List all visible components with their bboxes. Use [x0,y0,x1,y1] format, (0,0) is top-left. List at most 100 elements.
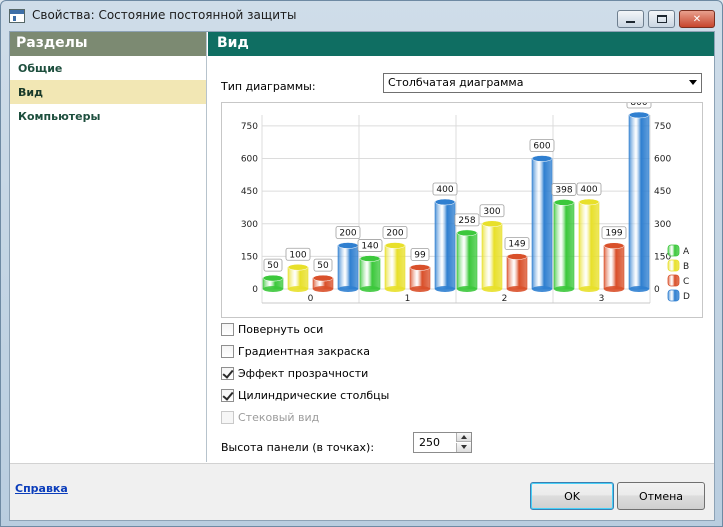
chevron-down-icon [689,80,697,85]
y-tick-label-right: 450 [654,187,671,197]
bar-base [482,286,502,292]
option-cylindrical-bars[interactable]: Цилиндрические столбцы [221,387,389,403]
bar-top [409,264,431,271]
bar-top [553,199,575,206]
bar-base [457,286,477,292]
legend-label: B [683,262,689,272]
bar-base [604,286,624,292]
spin-down-icon[interactable] [456,443,471,452]
option-label: Градиентная закраска [238,344,370,358]
window-icon [9,9,25,23]
option-label: Повернуть оси [238,322,324,336]
legend-label: C [683,277,689,287]
bar-base [532,286,552,292]
panel-height-label: Высота панели (в точках): [221,441,375,454]
bar-base [629,286,649,292]
sidebar-item-general[interactable]: Общие [10,56,206,80]
checkbox[interactable] [221,344,234,358]
y-tick-label-right: 0 [654,285,660,295]
bar-base [554,286,574,292]
chart-type-label: Тип диаграммы: [221,80,316,93]
x-tick-label: 1 [405,294,411,304]
bar-top [531,155,553,162]
bar-base [338,286,358,292]
option-transparency-effect[interactable]: Эффект прозрачности [221,365,368,381]
bar [481,223,503,290]
bar-base [313,286,333,292]
bar [287,266,309,290]
y-tick-label-left: 300 [241,220,258,230]
data-label: 50 [317,261,329,271]
bar-base [410,286,430,292]
bar [337,245,359,290]
bar-base [263,286,283,292]
legend-swatch [667,289,680,302]
bar-top [456,229,478,237]
view-panel: Вид Тип диаграммы: Столбчатая диаграмма … [208,32,714,462]
panel-height-stepper[interactable]: 250 [413,432,472,453]
bar [553,202,575,290]
maximize-button[interactable] [648,10,675,28]
data-label: 600 [533,142,550,152]
data-label: 99 [414,250,426,260]
data-label: 400 [580,185,597,195]
y-tick-label-left: 750 [241,122,258,132]
legend-label: D [683,292,690,302]
bar-base [288,286,308,292]
bar-top [359,255,381,262]
spin-up-icon[interactable] [456,433,471,442]
bar-top [603,242,625,249]
option-rotate-axes[interactable]: Повернуть оси [221,321,323,337]
option-label: Эффект прозрачности [238,366,369,380]
sidebar-item-computers[interactable]: Компьютеры [10,104,206,128]
ok-button[interactable]: OK [530,482,614,510]
title-bar[interactable]: Свойства: Состояние постоянной защиты ✕ [1,1,722,31]
properties-window: Свойства: Состояние постоянной защиты ✕ … [0,0,723,527]
data-label: 50 [267,261,279,271]
checkbox[interactable] [221,322,234,336]
bar-base [435,286,455,292]
bar [434,201,456,290]
minimize-button[interactable] [617,10,644,28]
bar-base [360,286,380,292]
bar-top [262,274,284,282]
data-label: 100 [289,250,306,260]
bar-top [384,242,406,249]
bar-chart: 0 0150 150300 300450 450600 600750 7500 1 2 35010… [241,95,690,304]
sidebar-item-view[interactable]: Вид [10,80,206,104]
dialog-client: Разделы Общие Вид Компьютеры Вид Тип диа… [9,31,715,521]
panel-title: Вид [208,32,714,56]
legend-swatch [667,259,680,272]
option-label: Стековый вид [238,410,320,424]
bar [531,158,553,290]
close-button[interactable]: ✕ [679,10,715,28]
bar [359,258,381,290]
y-tick-label-left: 0 [252,285,258,295]
bar [506,256,528,290]
close-icon: ✕ [692,13,702,25]
sidebar-header: Разделы [10,32,206,56]
y-tick-label-left: 150 [241,252,258,262]
chart-type-dropdown[interactable]: Столбчатая диаграмма [383,73,702,93]
legend-swatch [667,244,680,257]
option-gradient-fill[interactable]: Градиентная закраска [221,343,370,359]
checkbox[interactable] [221,388,234,402]
y-tick-label-right: 750 [654,122,671,132]
chart-type-value: Столбчатая диаграмма [388,76,524,89]
bar [578,201,600,290]
help-link[interactable]: Справка [15,482,68,495]
dialog-footer: Справка OK Отмена [10,463,714,520]
bar [384,245,406,290]
cancel-button[interactable]: Отмена [617,482,705,510]
bar [628,114,650,290]
chart-preview: 0 0 150 150 300 300 450 450 600 600 750 750 0 1 2 3 50 10… [221,95,703,318]
x-tick-label: 0 [308,294,314,304]
checkbox[interactable] [221,366,234,380]
bar-base [579,286,599,292]
y-tick-label-left: 450 [241,187,258,197]
panel-height-value: 250 [419,436,440,449]
bar-top [287,264,309,271]
data-label: 199 [605,229,622,239]
legend-swatch [667,274,680,287]
legend-label: A [683,247,690,257]
